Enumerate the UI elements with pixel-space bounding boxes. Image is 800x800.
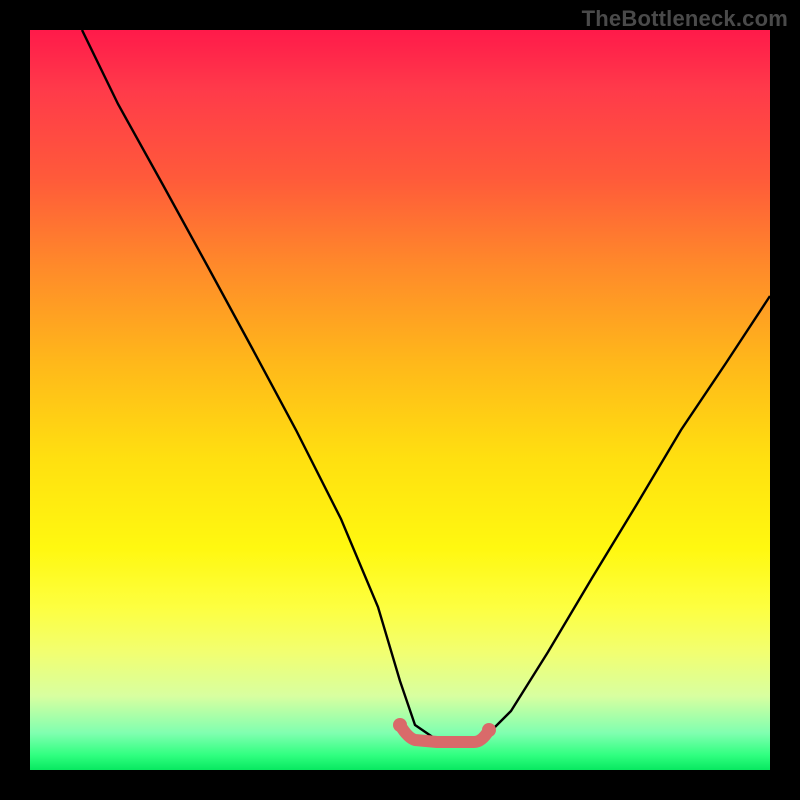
bottleneck-curve-path [82,30,770,740]
trough-dot-right [482,723,496,737]
plot-area [30,30,770,770]
trough-highlight-path [400,725,489,742]
watermark: TheBottleneck.com [582,6,788,32]
chart-frame: TheBottleneck.com [0,0,800,800]
trough-dot-left [393,718,407,732]
bottleneck-curve-svg [30,30,770,770]
